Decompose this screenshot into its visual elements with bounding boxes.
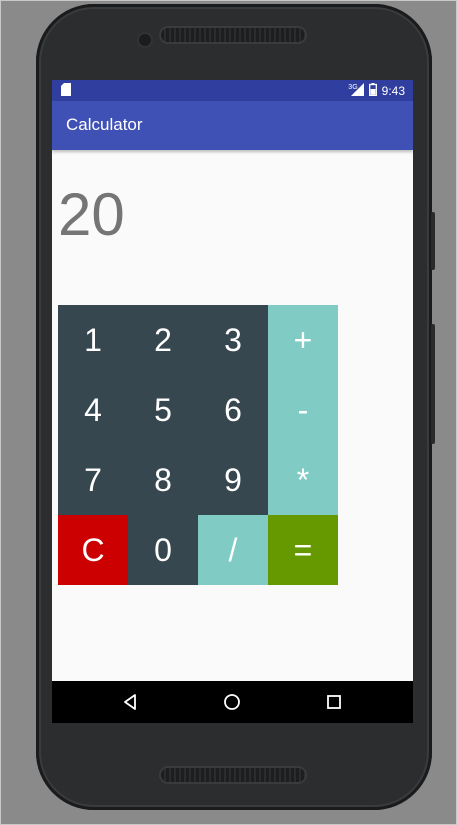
app-bar: Calculator <box>52 101 413 150</box>
phone-screen: 3G 9:43 Calculator 20 1 2 3 +4 5 6- 7 8 9 * C 0/= <box>52 80 413 723</box>
key-8-button[interactable]: 8 <box>128 445 198 515</box>
status-time: 9:43 <box>381 84 405 98</box>
keypad: 1 2 3 +4 5 6- 7 8 9 * C 0/= <box>58 305 338 585</box>
key-3-button[interactable]: 3 <box>198 305 268 375</box>
key-9-button[interactable]: 9 <box>198 445 268 515</box>
key-multiply-button[interactable]: * <box>268 445 338 515</box>
key-equals-button[interactable]: = <box>268 515 338 585</box>
power-button <box>431 212 435 270</box>
key-7-button[interactable]: 7 <box>58 445 128 515</box>
key-5-button[interactable]: 5 <box>128 375 198 445</box>
front-camera <box>139 34 151 46</box>
back-triangle-icon[interactable] <box>121 692 141 712</box>
top-speaker <box>161 28 305 42</box>
app-title: Calculator <box>66 115 143 134</box>
sd-card-icon <box>61 83 71 99</box>
key-2-button[interactable]: 2 <box>128 305 198 375</box>
key-clear-button[interactable]: C <box>58 515 128 585</box>
key-0-button[interactable]: 0 <box>128 515 198 585</box>
battery-icon <box>368 83 377 99</box>
network-type: 3G <box>348 83 358 91</box>
key-divide-button[interactable]: / <box>198 515 268 585</box>
key-4-button[interactable]: 4 <box>58 375 128 445</box>
recents-square-icon[interactable] <box>324 692 344 712</box>
status-icons: 3G 9:43 <box>348 83 405 99</box>
navigation-bar <box>52 681 413 723</box>
key-1-button[interactable]: 1 <box>58 305 128 375</box>
result-display: 20 <box>58 181 125 248</box>
bottom-speaker <box>161 768 305 782</box>
key-6-button[interactable]: 6 <box>198 375 268 445</box>
key-minus-button[interactable]: - <box>268 375 338 445</box>
home-circle-icon[interactable] <box>222 692 242 712</box>
key-plus-button[interactable]: + <box>268 305 338 375</box>
volume-button <box>431 324 435 444</box>
status-bar: 3G 9:43 <box>52 80 413 101</box>
